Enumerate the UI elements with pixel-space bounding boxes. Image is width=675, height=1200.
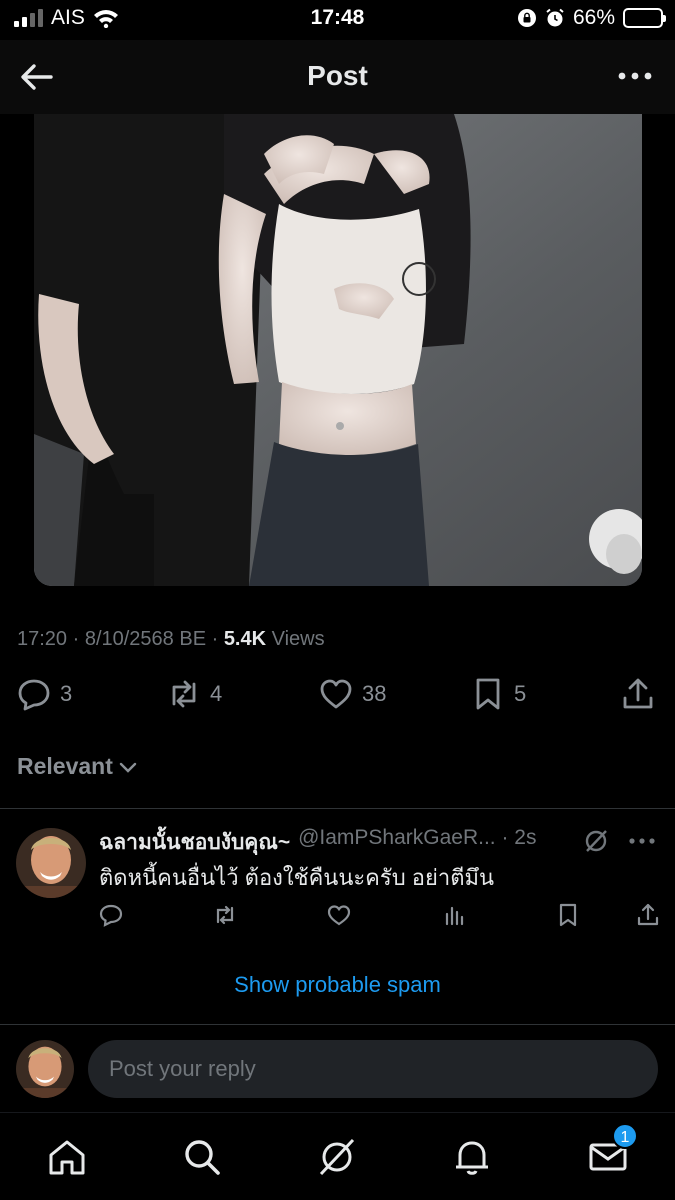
show-probable-spam-link[interactable]: Show probable spam [0, 972, 675, 998]
reply-repost-icon[interactable] [212, 902, 238, 928]
reply-button[interactable]: 3 [16, 676, 72, 712]
divider [0, 808, 675, 809]
alarm-icon [546, 8, 564, 27]
notifications-bell-icon[interactable] [450, 1135, 494, 1179]
reply-display-name[interactable]: ฉลามนั้นชอบงับคุณ~ [99, 826, 290, 859]
views-label: Views [266, 628, 325, 650]
avatar-image [16, 828, 86, 898]
bookmark-button[interactable]: 5 [470, 676, 526, 712]
home-icon[interactable] [45, 1135, 89, 1179]
share-button[interactable] [620, 676, 656, 712]
chevron-down-icon [119, 762, 137, 773]
status-right: 66% [517, 6, 666, 30]
reply-bookmark-icon[interactable] [555, 902, 581, 928]
heart-icon [320, 679, 352, 709]
divider [0, 1024, 675, 1025]
post-actions: 3 4 38 5 [0, 676, 675, 720]
bottom-tab-bar: 1 [0, 1112, 675, 1200]
more-options-icon[interactable] [617, 66, 653, 86]
reply-sort-dropdown[interactable]: Relevant [17, 753, 139, 780]
reply-header: ฉลามนั้นชอบงับคุณ~ @IamPSharkGaeR... · 2… [99, 826, 537, 859]
repost-icon [172, 680, 196, 708]
reply-analytics-icon[interactable] [441, 902, 467, 928]
grok-icon[interactable] [583, 828, 609, 854]
reply-input[interactable] [88, 1040, 658, 1098]
avatar-image [16, 1040, 74, 1098]
reply-icon [18, 679, 50, 711]
post-media-image[interactable] [34, 114, 642, 586]
messages-tab[interactable]: 1 [586, 1123, 638, 1179]
composer-avatar [16, 1040, 74, 1098]
rotation-lock-icon [517, 9, 536, 27]
like-button[interactable]: 38 [318, 676, 386, 712]
reply-handle[interactable]: @IamPSharkGaeR... · 2s [298, 826, 536, 859]
reply-like-icon[interactable] [326, 902, 352, 928]
messages-badge: 1 [612, 1123, 638, 1149]
bookmark-icon [476, 678, 500, 710]
reply-share-icon[interactable] [635, 902, 661, 928]
page-title: Post [307, 60, 368, 91]
reply-sort-label: Relevant [17, 753, 113, 779]
repost-button[interactable]: 4 [166, 676, 222, 712]
search-icon[interactable] [180, 1135, 224, 1179]
views-count: 5.4K [223, 628, 267, 650]
share-icon [623, 678, 653, 709]
post-meta: 17:20 · 8/10/2568 BE · 5.4K Views [17, 628, 325, 651]
battery-icon [623, 8, 666, 28]
status-bar: AIS 17:48 66% [0, 0, 675, 40]
post-timestamp: 17:20 · 8/10/2568 BE · [17, 628, 224, 650]
reply-text: ติดหนี้คนอื่นไว้ ต้องใช้คืนนะครับ อย่าตี… [99, 865, 495, 890]
reply-more-icon[interactable] [628, 836, 656, 846]
photo-illustration [34, 114, 642, 586]
reply-actions [0, 902, 675, 932]
reply-composer[interactable] [88, 1040, 658, 1098]
like-count: 38 [362, 681, 387, 706]
reply-count: 3 [60, 681, 73, 706]
reply-avatar[interactable] [16, 828, 86, 898]
reply-comment-icon[interactable] [98, 902, 124, 928]
bookmark-count: 5 [514, 681, 527, 706]
post-header: Post [0, 40, 675, 114]
grok-tab-icon[interactable] [315, 1135, 359, 1179]
battery-percent: 66% [572, 6, 615, 29]
repost-count: 4 [210, 681, 223, 706]
